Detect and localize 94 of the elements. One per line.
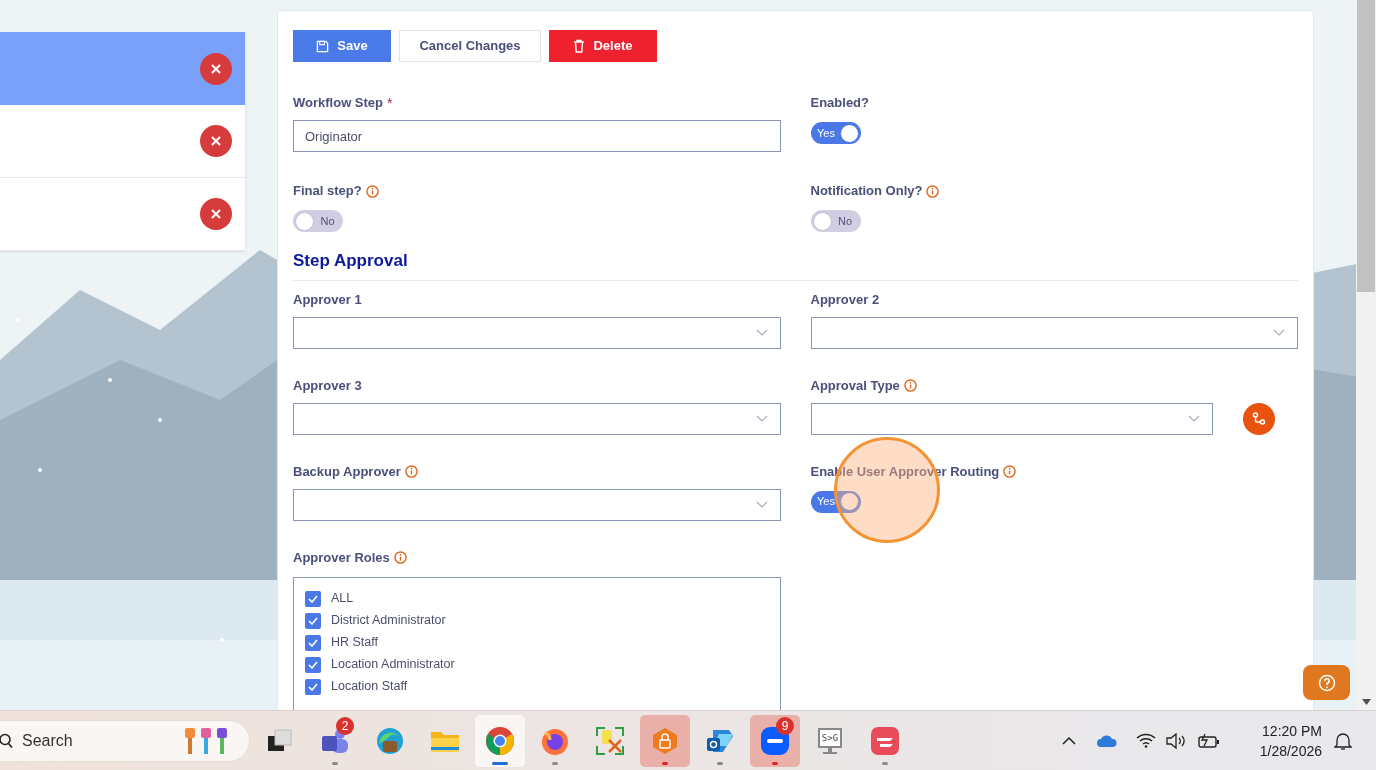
chevron-down-icon [1187, 414, 1200, 423]
toggle-switch[interactable]: No [293, 210, 343, 232]
shield-icon [650, 725, 680, 756]
dropdown-field[interactable] [293, 402, 781, 435]
chevron-down-icon [755, 500, 768, 509]
checkbox-label: HR Staff [331, 634, 378, 652]
cloud-icon[interactable] [1096, 733, 1118, 748]
toggle-knob [295, 211, 314, 231]
toggle-switch[interactable]: Yes [810, 122, 861, 144]
remove-button[interactable] [200, 198, 232, 230]
chevron-down-icon [755, 328, 768, 337]
delete-button[interactable]: Delete [549, 30, 657, 62]
field-label: Approver Roles [293, 548, 390, 567]
dropdown-field[interactable] [810, 402, 1213, 435]
field-label: Approver 2 [810, 290, 880, 309]
taskbar-app[interactable]: S>G [805, 714, 855, 767]
close-icon [211, 136, 221, 146]
check-icon [308, 616, 318, 625]
checkbox[interactable] [305, 656, 321, 673]
field-label: Notification Only? [810, 182, 923, 201]
checkbox[interactable] [305, 590, 321, 607]
route-icon [1251, 411, 1266, 426]
field-label: Final step? [293, 182, 362, 201]
info-icon[interactable] [926, 184, 940, 198]
dropdown-field[interactable] [293, 316, 781, 349]
toggle-knob [839, 123, 859, 143]
toggle-switch[interactable]: No [810, 210, 861, 232]
save-button[interactable]: Save [293, 30, 391, 62]
scrollbar-thumb[interactable] [1357, 0, 1375, 292]
checkbox[interactable] [305, 678, 321, 695]
browser-icon [485, 725, 515, 756]
field-label: Approval Type [810, 376, 900, 395]
notification-badge: 9 [776, 716, 794, 735]
info-icon[interactable] [404, 465, 418, 478]
dropdown-field[interactable] [293, 488, 781, 521]
check-icon [308, 594, 318, 603]
dropdown-field[interactable] [810, 316, 1298, 349]
checkbox-label: Location Administrator [331, 656, 455, 674]
chevron-down-icon [1273, 328, 1285, 337]
checkbox[interactable] [305, 634, 321, 651]
info-icon[interactable] [903, 379, 917, 392]
field-label: Approver 1 [293, 290, 362, 309]
info-icon[interactable] [393, 551, 407, 564]
remove-button[interactable] [200, 52, 232, 85]
close-icon [211, 63, 221, 74]
volume-icon[interactable] [1166, 732, 1188, 749]
check-icon [308, 682, 318, 691]
list-item[interactable] [0, 178, 245, 251]
search-placeholder: Search [22, 730, 73, 751]
taskbar-app[interactable]: 9 [750, 714, 800, 767]
field-label: Enabled? [810, 94, 869, 113]
info-icon[interactable] [1003, 465, 1017, 478]
scroll-down-arrow-icon[interactable] [1361, 699, 1371, 705]
taskbar-app[interactable]: 2 [310, 714, 360, 767]
remove-button[interactable] [200, 125, 232, 157]
notification-badge: 2 [336, 716, 354, 735]
checkbox-label: Location Staff [331, 678, 408, 696]
toggle-switch[interactable]: Yes [810, 490, 861, 513]
checkbox-label: ALL [331, 590, 354, 608]
check-icon [308, 638, 318, 647]
windows-icon [267, 728, 293, 753]
list-item[interactable] [0, 105, 245, 178]
text-field[interactable]: Originator [293, 120, 781, 152]
field-label: Backup Approver [293, 462, 401, 481]
checkbox[interactable] [305, 612, 321, 629]
required-mark: * [387, 93, 393, 113]
notification-bell-icon[interactable] [1334, 730, 1352, 751]
help-icon [1317, 673, 1336, 692]
toggle-knob [839, 492, 859, 511]
battery-icon[interactable] [1198, 732, 1220, 749]
field-label: Approver 3 [293, 376, 362, 395]
search-icon [0, 732, 13, 749]
info-icon[interactable] [365, 184, 379, 198]
trash-icon [573, 39, 586, 53]
wifi-icon[interactable] [1136, 733, 1156, 748]
app-icon [870, 725, 900, 756]
clock[interactable]: 12:20 PM 1/28/2026 [1232, 720, 1322, 761]
cancel-button[interactable]: Cancel Changes [399, 30, 541, 62]
globe-icon [375, 725, 405, 756]
checkbox-label: District Administrator [331, 612, 446, 630]
tools-icon [595, 725, 625, 756]
clock-date: 1/28/2026 [1259, 741, 1322, 761]
close-icon [211, 209, 221, 219]
check-icon [308, 660, 318, 669]
clock-time: 12:20 PM [1262, 721, 1322, 741]
toggle-knob [812, 211, 832, 231]
field-label: Workflow Step [293, 94, 384, 113]
search-field[interactable]: Search [0, 719, 250, 762]
chevron-down-icon [755, 414, 768, 423]
route-button[interactable] [1242, 402, 1275, 435]
save-icon [316, 39, 330, 53]
help-button[interactable] [1303, 665, 1350, 700]
chevron-up-icon[interactable] [1062, 736, 1076, 745]
section-heading: Step Approval [293, 248, 1298, 281]
